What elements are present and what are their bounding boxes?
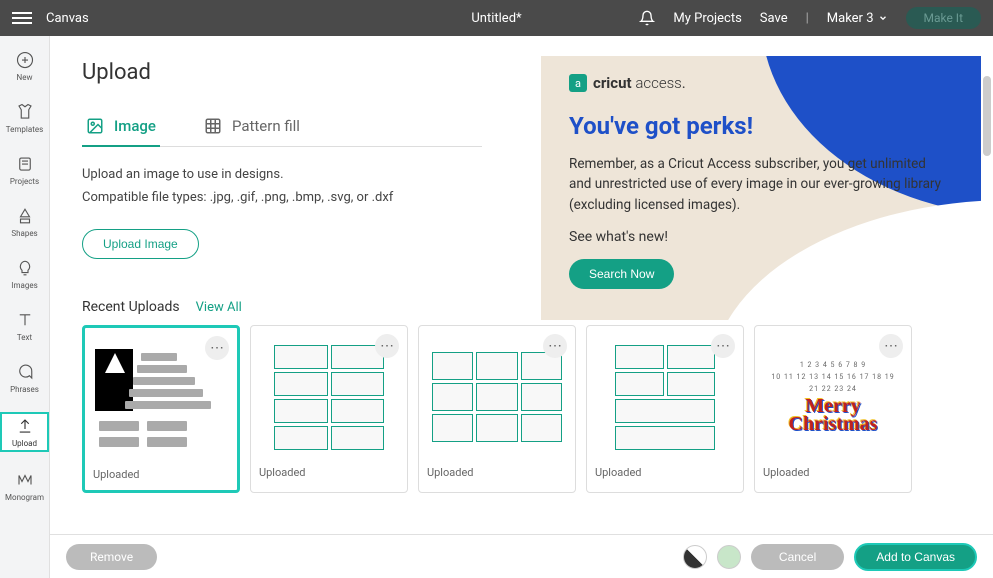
speech-icon	[15, 362, 35, 382]
menu-icon[interactable]	[12, 8, 32, 28]
monogram-icon	[15, 470, 35, 490]
brand-light: access	[635, 74, 681, 92]
upload-card[interactable]: ⋯ Uploaded	[250, 325, 408, 493]
access-icon: a	[569, 74, 587, 92]
color-chip[interactable]	[717, 545, 741, 569]
bell-icon[interactable]	[639, 10, 655, 26]
card-more-icon[interactable]: ⋯	[879, 334, 903, 358]
plus-circle-icon	[15, 50, 35, 70]
tab-pattern-fill[interactable]: Pattern fill	[200, 107, 304, 147]
scrollbar[interactable]	[983, 76, 991, 156]
promo-heading: You've got perks!	[569, 112, 953, 140]
shirt-icon	[15, 102, 35, 122]
add-to-canvas-button[interactable]: Add to Canvas	[854, 543, 977, 571]
upload-card[interactable]: ⋯ Uploaded	[418, 325, 576, 493]
shapes-icon	[15, 206, 35, 226]
upload-card[interactable]: ⋯ Uploaded	[586, 325, 744, 493]
pattern-icon	[204, 117, 222, 135]
remove-button[interactable]: Remove	[66, 544, 157, 570]
image-icon	[86, 117, 104, 135]
sidebar-item-monogram[interactable]: Monogram	[0, 468, 49, 504]
sidebar: New Templates Projects Shapes Images Tex…	[0, 36, 50, 578]
promo-sub: See what's new!	[569, 229, 953, 245]
sidebar-item-upload[interactable]: Upload	[0, 412, 49, 452]
bulb-icon	[15, 258, 35, 278]
stack-icon	[15, 154, 35, 174]
tab-label: Pattern fill	[232, 117, 300, 135]
card-more-icon[interactable]: ⋯	[711, 334, 735, 358]
card-label: Uploaded	[593, 462, 737, 483]
sidebar-item-label: Phrases	[10, 385, 39, 394]
sidebar-item-label: Projects	[10, 177, 39, 186]
bottom-bar: Remove Cancel Add to Canvas	[50, 534, 993, 578]
sidebar-item-label: Text	[17, 333, 32, 342]
upload-card[interactable]: ⋯ 1 2 3 4 5 6 7 8 9 10 11 12 13 14 15 16…	[754, 325, 912, 493]
sidebar-item-label: New	[17, 73, 33, 82]
tab-label: Image	[114, 117, 156, 135]
section-label: Canvas	[46, 11, 89, 26]
promo-brand: a cricut access.	[569, 74, 953, 92]
sidebar-item-label: Templates	[6, 125, 43, 134]
sidebar-item-text[interactable]: Text	[0, 308, 49, 344]
make-it-button[interactable]: Make It	[906, 7, 982, 29]
sidebar-item-new[interactable]: New	[0, 48, 49, 84]
card-label: Uploaded	[761, 462, 905, 483]
promo-banner: a cricut access. You've got perks! Remem…	[541, 56, 981, 320]
view-all-link[interactable]: View All	[196, 300, 242, 315]
document-title: Untitled*	[471, 11, 521, 26]
card-label: Uploaded	[425, 462, 569, 483]
save-link[interactable]: Save	[760, 11, 788, 26]
merry-nums: 21 22 23 24	[771, 385, 894, 393]
sidebar-item-label: Monogram	[5, 493, 44, 502]
merry-nums: 10 11 12 13 14 15 16 17 18 19	[771, 373, 894, 381]
sidebar-item-projects[interactable]: Projects	[0, 152, 49, 188]
upload-icon	[15, 416, 35, 436]
color-chip[interactable]	[683, 545, 707, 569]
tabs: Image Pattern fill	[82, 107, 482, 147]
sidebar-item-label: Images	[11, 281, 37, 290]
recent-uploads-title: Recent Uploads	[82, 299, 180, 315]
upload-image-button[interactable]: Upload Image	[82, 229, 199, 259]
sidebar-item-label: Shapes	[11, 229, 37, 238]
sidebar-item-shapes[interactable]: Shapes	[0, 204, 49, 240]
chevron-down-icon	[878, 13, 888, 23]
text-icon	[15, 310, 35, 330]
sidebar-item-phrases[interactable]: Phrases	[0, 360, 49, 396]
my-projects-link[interactable]: My Projects	[673, 11, 741, 26]
uploads-row: ⋯	[82, 325, 961, 493]
search-now-button[interactable]: Search Now	[569, 259, 674, 289]
cancel-button[interactable]: Cancel	[751, 544, 844, 570]
card-label: Uploaded	[257, 462, 401, 483]
promo-text: Remember, as a Cricut Access subscriber,…	[569, 154, 949, 215]
machine-selector[interactable]: Maker 3	[827, 11, 888, 26]
sidebar-item-label: Upload	[12, 439, 37, 448]
upload-card[interactable]: ⋯	[82, 325, 240, 493]
card-label: Uploaded	[91, 464, 231, 485]
card-more-icon[interactable]: ⋯	[543, 334, 567, 358]
sidebar-item-images[interactable]: Images	[0, 256, 49, 292]
card-thumbnail	[91, 334, 231, 464]
merry-nums: 1 2 3 4 5 6 7 8 9	[771, 361, 894, 369]
sidebar-item-templates[interactable]: Templates	[0, 100, 49, 136]
brand-bold: cricut	[593, 74, 632, 92]
merry-script: Christmas	[771, 415, 894, 433]
divider: |	[806, 11, 809, 26]
tab-image[interactable]: Image	[82, 107, 160, 147]
machine-label: Maker 3	[827, 11, 874, 26]
card-more-icon[interactable]: ⋯	[375, 334, 399, 358]
